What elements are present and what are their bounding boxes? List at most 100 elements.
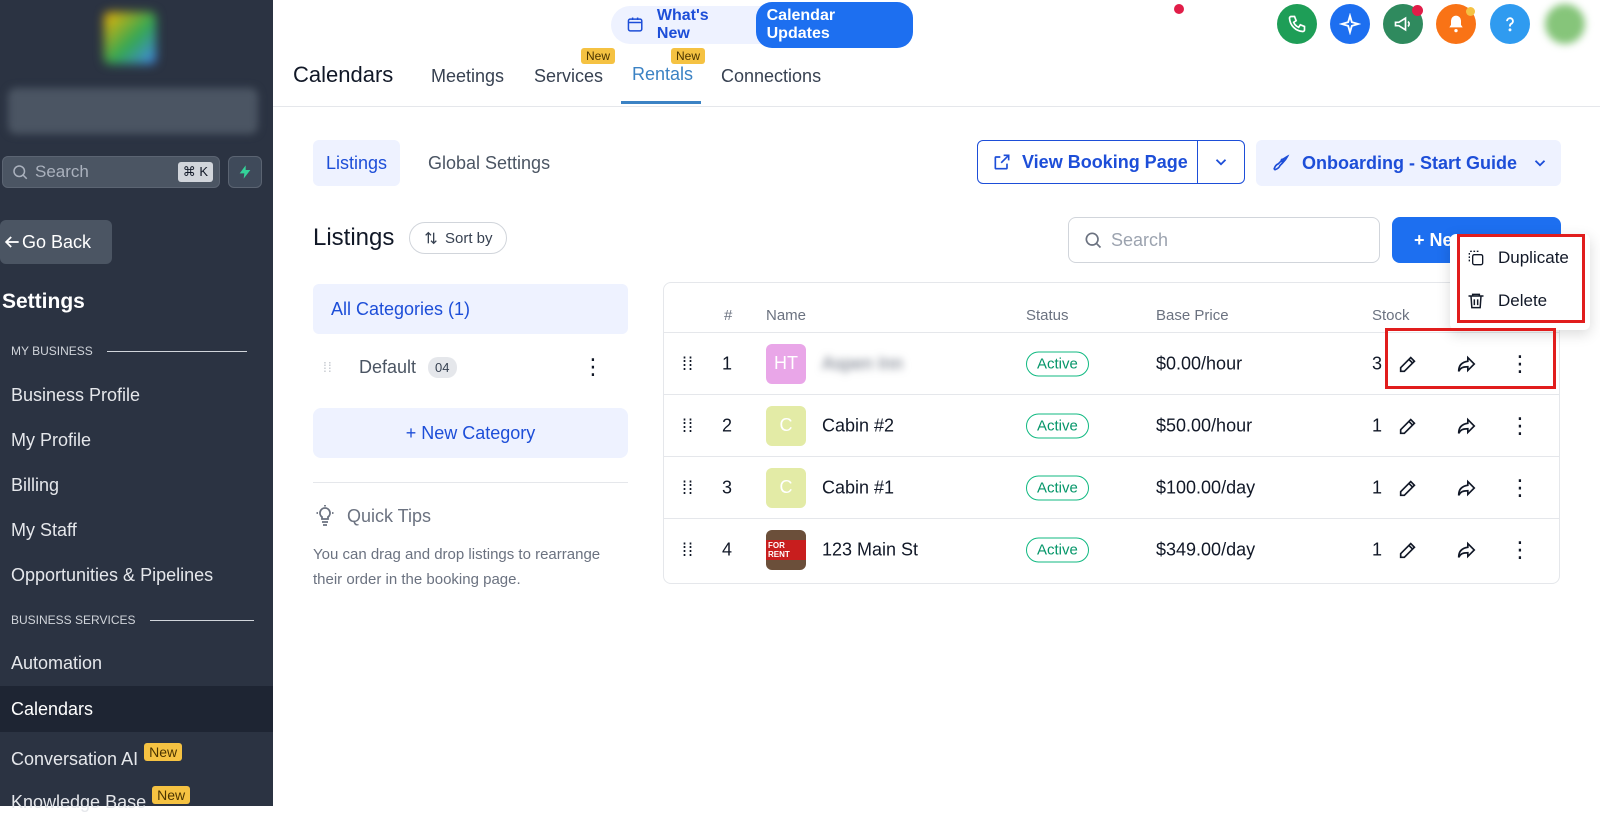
new-badge: New xyxy=(581,48,616,64)
category-all[interactable]: All Categories (1) xyxy=(313,284,628,334)
new-category-button[interactable]: + New Category xyxy=(313,408,628,458)
table-row[interactable]: ⁞⁞ 3 C Cabin #1 Active $100.00/day 1 ⋮ xyxy=(664,456,1559,518)
chevron-down-icon xyxy=(1534,160,1546,167)
edit-icon[interactable] xyxy=(1397,539,1419,561)
drag-handle-icon[interactable]: ⁞⁞ xyxy=(682,479,696,497)
for-rent-sign: FOR RENT xyxy=(766,539,806,560)
divider xyxy=(149,619,254,621)
help-button[interactable] xyxy=(1490,4,1530,44)
row-more-icon[interactable]: ⋮ xyxy=(1509,537,1531,563)
edit-icon[interactable] xyxy=(1397,477,1419,499)
drag-handle-icon[interactable]: ⁞⁞ xyxy=(323,360,337,374)
column-header-name[interactable]: Name xyxy=(766,307,806,324)
calendar-news-icon xyxy=(627,17,643,32)
go-back-button[interactable]: Go Back xyxy=(0,220,112,264)
sort-by-button[interactable]: Sort by xyxy=(409,222,507,254)
row-number: 1 xyxy=(722,353,733,373)
listing-thumbnail: C xyxy=(766,405,806,446)
sort-icon xyxy=(425,231,437,245)
listing-name[interactable]: Aspen Inn xyxy=(822,353,903,374)
new-badge: New xyxy=(144,743,183,761)
category-default[interactable]: ⁞⁞ Default 04 xyxy=(313,347,628,387)
sidebar-item-my-staff[interactable]: My Staff xyxy=(11,520,77,541)
share-icon[interactable] xyxy=(1455,539,1477,561)
share-icon[interactable] xyxy=(1455,415,1477,437)
row-more-icon[interactable]: ⋮ xyxy=(1509,413,1531,439)
stock-value: 3 xyxy=(1372,353,1383,373)
subtab-listings[interactable]: Listings xyxy=(313,140,401,186)
table-row[interactable]: ⁞⁞ 2 C Cabin #2 Active $50.00/hour 1 ⋮ xyxy=(664,394,1559,456)
tab-rentals[interactable]: Rentals xyxy=(632,64,693,85)
row-more-icon[interactable]: ⋮ xyxy=(1509,475,1531,501)
notification-dot xyxy=(1174,4,1184,14)
base-price: $100.00/day xyxy=(1156,477,1256,497)
column-header-stock[interactable]: Stock xyxy=(1372,307,1410,324)
sidebar-item-knowledge-base[interactable]: Knowledge Base New xyxy=(11,786,191,813)
category-count: 04 xyxy=(428,356,457,378)
onboarding-guide-button[interactable]: Onboarding - Start Guide xyxy=(1256,140,1561,186)
lightbulb-icon xyxy=(316,505,334,526)
ai-button[interactable] xyxy=(1330,4,1370,44)
sidebar-item-my-profile[interactable]: My Profile xyxy=(11,430,91,451)
listings-search-input[interactable]: Search xyxy=(1068,217,1380,263)
tab-connections[interactable]: Connections xyxy=(721,66,821,87)
listing-name[interactable]: 123 Main St xyxy=(822,539,918,560)
table-row[interactable]: ⁞⁞ 4 FOR RENT 123 Main St Active $349.00… xyxy=(664,518,1559,580)
account-switcher[interactable] xyxy=(8,88,258,134)
quick-action-button[interactable] xyxy=(228,156,262,188)
user-avatar[interactable] xyxy=(1545,4,1585,44)
calendar-updates-pill[interactable]: Calendar Updates xyxy=(755,2,913,48)
section-business-services: BUSINESS SERVICES xyxy=(11,613,254,627)
listing-thumbnail: C xyxy=(766,467,806,508)
search-placeholder: Search xyxy=(1111,229,1169,250)
external-link-icon xyxy=(994,154,1010,170)
bell-icon xyxy=(1449,15,1463,33)
notification-dot xyxy=(1412,5,1423,16)
column-header-status[interactable]: Status xyxy=(1026,307,1069,324)
row-number: 4 xyxy=(722,539,733,559)
listing-name[interactable]: Cabin #1 xyxy=(822,477,894,498)
go-back-label: Go Back xyxy=(22,231,92,252)
booking-page-dropdown[interactable] xyxy=(1198,153,1244,171)
base-price: $349.00/day xyxy=(1156,539,1256,559)
edit-icon[interactable] xyxy=(1397,415,1419,437)
tab-meetings[interactable]: Meetings xyxy=(431,66,504,87)
status-badge: Active xyxy=(1026,475,1089,500)
sidebar-item-label: Knowledge Base xyxy=(11,792,147,812)
column-header-number: # xyxy=(724,307,733,324)
chevron-down-icon xyxy=(1215,159,1227,166)
search-shortcut: ⌘ K xyxy=(177,162,213,182)
sidebar-item-automation[interactable]: Automation xyxy=(11,653,102,674)
sidebar-item-calendars[interactable]: Calendars xyxy=(0,686,273,732)
page-title: Calendars xyxy=(293,62,394,87)
company-logo[interactable] xyxy=(104,12,156,64)
sidebar-search[interactable]: Search ⌘ K xyxy=(2,156,220,188)
onboarding-label: Onboarding - Start Guide xyxy=(1302,152,1517,173)
highlight-box-menu xyxy=(1457,234,1585,323)
listing-name[interactable]: Cabin #2 xyxy=(822,415,894,436)
quick-tips-title: Quick Tips xyxy=(313,504,431,528)
subtab-global-settings[interactable]: Global Settings xyxy=(415,140,563,186)
megaphone-icon xyxy=(1394,16,1410,32)
whats-new-banner[interactable]: What's New Calendar Updates xyxy=(611,2,913,48)
category-more-icon[interactable]: ⋮ xyxy=(582,356,604,378)
phone-button[interactable] xyxy=(1277,4,1317,44)
active-tab-indicator xyxy=(621,101,701,104)
row-number: 3 xyxy=(722,477,733,497)
view-booking-page-button[interactable]: View Booking Page xyxy=(978,141,1198,183)
column-header-base-price[interactable]: Base Price xyxy=(1156,307,1229,324)
divider xyxy=(313,482,628,483)
drag-handle-icon[interactable]: ⁞⁞ xyxy=(682,355,696,373)
search-icon xyxy=(1085,232,1102,249)
tab-services[interactable]: Services xyxy=(534,66,603,87)
sidebar-item-conversation-ai[interactable]: Conversation AI New xyxy=(11,743,183,770)
stock-value: 1 xyxy=(1372,415,1383,435)
rocket-icon xyxy=(1273,154,1290,171)
share-icon[interactable] xyxy=(1455,477,1477,499)
sidebar-item-business-profile[interactable]: Business Profile xyxy=(11,385,140,406)
settings-title: Settings xyxy=(2,290,85,313)
sidebar-item-billing[interactable]: Billing xyxy=(11,475,59,496)
drag-handle-icon[interactable]: ⁞⁞ xyxy=(682,541,696,559)
sidebar-item-opportunities[interactable]: Opportunities & Pipelines xyxy=(11,565,213,586)
drag-handle-icon[interactable]: ⁞⁞ xyxy=(682,417,696,435)
